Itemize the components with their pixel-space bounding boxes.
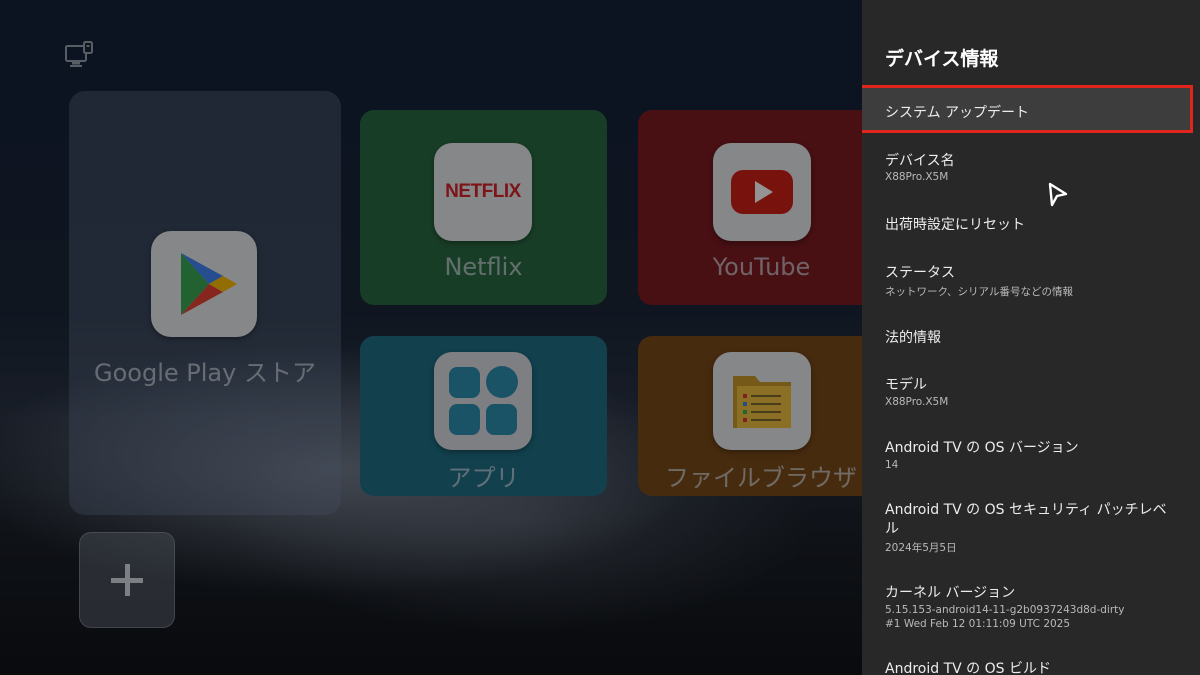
menu-item-model[interactable]: モデル X88Pro.X5M <box>862 364 1200 414</box>
menu-item-label: システム アップデート <box>885 105 1030 121</box>
menu-item-value: X88Pro.X5M <box>885 171 949 183</box>
menu-item-security-patch[interactable]: Android TV の OS セキュリティ パッチレベ ル 2024年5月5日 <box>862 489 1200 559</box>
menu-item-factory-reset[interactable]: 出荷時設定にリセット <box>862 204 1200 244</box>
menu-item-value-line2: #1 Wed Feb 12 01:11:09 UTC 2025 <box>885 618 1071 630</box>
menu-item-label: モデル <box>885 377 927 393</box>
menu-item-legal-info[interactable]: 法的情報 <box>862 317 1200 357</box>
menu-item-os-build[interactable]: Android TV の OS ビルド <box>862 648 1200 675</box>
device-info-panel: デバイス情報 システム アップデート デバイス名 X88Pro.X5M 出荷時設… <box>862 0 1200 675</box>
menu-item-value: 14 <box>885 459 899 471</box>
menu-item-label: 出荷時設定にリセット <box>885 217 1025 233</box>
menu-item-label: Android TV の OS ビルド <box>885 661 1051 675</box>
menu-item-status[interactable]: ステータス ネットワーク、シリアル番号などの情報 <box>862 252 1200 302</box>
menu-item-label: 法的情報 <box>885 330 941 346</box>
menu-item-device-name[interactable]: デバイス名 X88Pro.X5M <box>862 140 1200 190</box>
menu-item-value: X88Pro.X5M <box>885 396 949 408</box>
menu-item-os-version[interactable]: Android TV の OS バージョン 14 <box>862 427 1200 477</box>
menu-item-label: Android TV の OS セキュリティ パッチレベ <box>885 502 1167 518</box>
mouse-pointer-icon <box>1048 182 1068 207</box>
menu-item-value: 2024年5月5日 <box>885 542 957 554</box>
menu-item-value: ネットワーク、シリアル番号などの情報 <box>885 286 1073 298</box>
menu-item-kernel-version[interactable]: カーネル バージョン 5.15.153-android14-11-g2b0937… <box>862 572 1200 636</box>
panel-title: デバイス情報 <box>885 48 999 70</box>
menu-item-label: カーネル バージョン <box>885 585 1016 601</box>
menu-item-label: デバイス名 <box>885 153 955 169</box>
menu-item-value: 5.15.153-android14-11-g2b0937243d8d-dirt… <box>885 604 1125 616</box>
menu-item-label-line2: ル <box>885 521 899 537</box>
menu-item-label: Android TV の OS バージョン <box>885 440 1079 456</box>
menu-item-system-update[interactable]: システム アップデート <box>862 85 1193 133</box>
menu-item-label: ステータス <box>885 265 955 281</box>
